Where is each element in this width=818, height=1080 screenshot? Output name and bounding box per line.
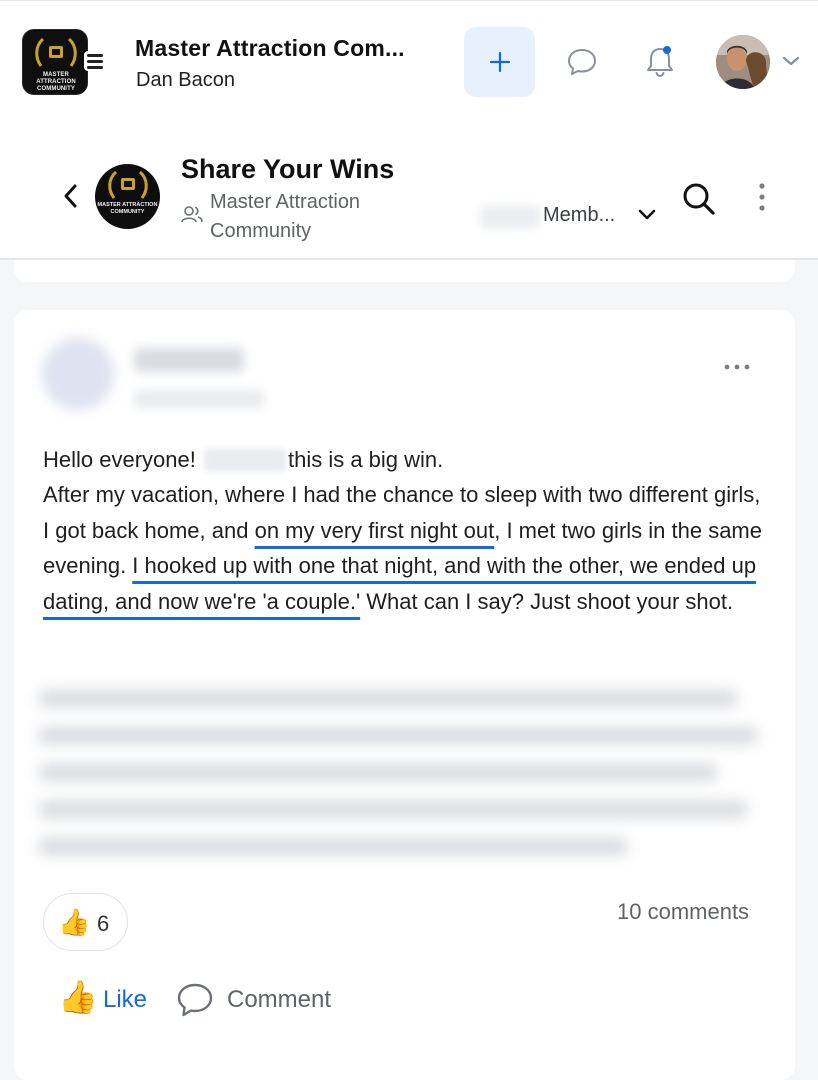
post-text: What can I say? Just shoot your shot. [360,588,734,614]
chat-icon [568,49,596,75]
logo-text: MASTER ATTRACTION COMMUNITY [36,72,76,92]
like-label: Like [103,986,148,1013]
bell-icon [647,46,673,78]
blurred-paragraph [38,690,768,870]
members-icon [181,206,203,223]
chevron-down-icon[interactable] [782,55,800,67]
plus-icon [489,51,511,73]
create-button[interactable] [464,27,535,97]
feed: Hello everyone! this is a big win. After… [0,260,818,1080]
messages-button[interactable] [565,47,599,79]
back-icon[interactable] [62,183,80,209]
comment-icon [177,983,213,1017]
user-name: Dan Bacon [136,69,235,91]
post-text: Hello everyone! [43,447,202,472]
group-logo-text: MASTER ATTRACTION COMMUNITY [97,202,158,215]
avatar[interactable] [716,35,770,89]
reaction-count: 6 [97,911,110,936]
group-header: MASTER ATTRACTION COMMUNITY Share Your W… [0,122,818,260]
reaction-summary[interactable]: 👍 6 [43,893,128,951]
community-logo[interactable]: MASTER ATTRACTION COMMUNITY [22,29,88,95]
comment-button[interactable]: Comment [174,973,354,1023]
member-count-redacted [480,205,540,229]
redacted-word [203,449,286,471]
user-photo [716,35,770,89]
post-text: this is a big win. [287,447,444,472]
more-vertical-icon[interactable] [752,182,772,212]
app-title[interactable]: Master Attraction Com... [135,35,435,62]
group-logo: MASTER ATTRACTION COMMUNITY [95,164,160,229]
post-time-redacted [134,390,264,408]
laurel-wreath-icon [108,170,148,199]
author-avatar-redacted [42,338,114,410]
search-icon[interactable] [682,182,716,216]
comments-count[interactable]: 10 comments [617,899,749,925]
highlighted-text: on my very first night out [254,517,495,543]
author-name-redacted [134,348,244,372]
community-name[interactable]: Master Attraction Community [210,188,410,246]
comment-label: Comment [227,986,332,1013]
laurel-wreath-icon [35,37,77,67]
thumbs-up-icon: 👍 [58,907,91,937]
top-bar: MASTER ATTRACTION COMMUNITY Master Attra… [0,0,818,122]
more-horizontal-icon[interactable] [722,362,752,372]
hamburger-icon[interactable] [84,51,106,71]
notifications-button[interactable] [643,44,677,80]
post-card: Hello everyone! this is a big win. After… [14,310,795,1080]
thumbs-up-icon: 👍 [58,979,98,1015]
chevron-down-icon[interactable] [638,209,656,221]
group-title: Share Your Wins [181,154,395,184]
members-dropdown[interactable]: Memb... [543,204,615,227]
previous-post-card [14,260,795,282]
like-button[interactable]: 👍 Like [48,973,158,1023]
post-body: Hello everyone! this is a big win. After… [43,442,763,619]
